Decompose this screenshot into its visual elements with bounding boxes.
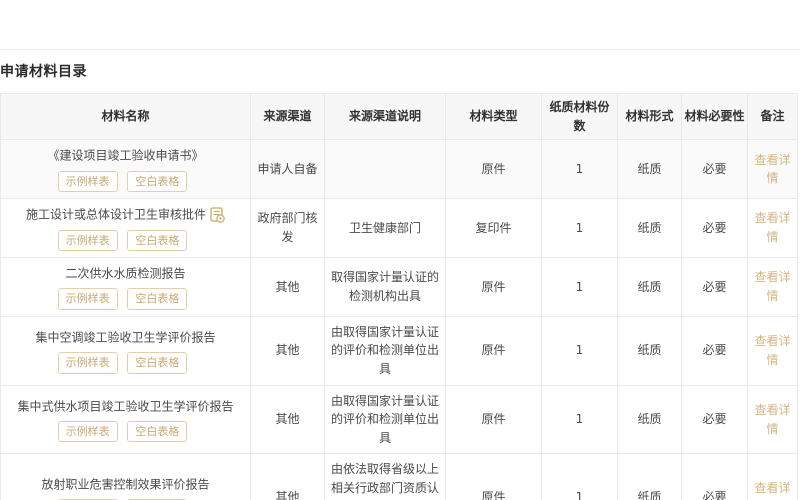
sample-form-button[interactable]: 示例样表: [57, 421, 118, 443]
table-row: 施工设计或总体设计卫生审核批件 示例样表 空白表格 政府部门核发 卫生健康部门 …: [0, 198, 798, 258]
source-channel: 申请人自备: [250, 139, 325, 200]
column-header: 纸质材料份数: [541, 92, 618, 141]
source-desc: 由取得国家计量认证的评价和检测单位出具: [324, 384, 446, 455]
table-row: 集中空调竣工验收卫生学评价报告 示例样表 空白表格 其他 由取得国家计量认证的评…: [0, 315, 798, 386]
material-necessity: 必要: [681, 384, 748, 455]
source-desc: 取得国家计量认证的检测机构出具: [324, 256, 446, 317]
source-channel: 政府部门核发: [250, 198, 325, 258]
blank-form-button[interactable]: 空白表格: [127, 421, 188, 443]
view-detail-link[interactable]: 查看详情: [754, 211, 790, 244]
view-detail-link[interactable]: 查看详情: [754, 481, 790, 500]
material-type: 原件: [445, 453, 542, 500]
material-form: 纸质: [617, 256, 682, 317]
material-necessity: 必要: [681, 139, 748, 200]
column-header: 材料必要性: [681, 92, 748, 141]
material-necessity: 必要: [681, 256, 748, 317]
table-row: 二次供水水质检测报告 示例样表 空白表格 其他 取得国家计量认证的检测机构出具 …: [0, 256, 798, 317]
source-desc: 由取得国家计量认证的评价和检测单位出具: [324, 315, 446, 386]
source-desc: [324, 139, 446, 200]
material-form: 纸质: [617, 198, 682, 258]
paper-copies: 1: [541, 198, 618, 258]
blank-form-button[interactable]: 空白表格: [127, 229, 188, 251]
material-name: 二次供水水质检测报告: [65, 266, 186, 281]
source-desc: 卫生健康部门: [324, 198, 446, 258]
material-type: 复印件: [445, 198, 542, 258]
certificate-icon: [210, 206, 225, 223]
material-type: 原件: [445, 139, 542, 200]
materials-table: 材料名称 来源渠道 来源渠道说明 材料类型 纸质材料份数 材料形式 材料必要性 备注 《建设项…: [0, 92, 798, 500]
column-header: 材料类型: [445, 92, 542, 141]
sample-form-button[interactable]: 示例样表: [57, 229, 118, 251]
material-name: 集中式供水项目竣工验收卫生学评价报告: [17, 399, 234, 414]
top-divider: [0, 0, 800, 50]
material-type: 原件: [445, 315, 542, 386]
material-name: 《建设项目竣工验收申请书》: [47, 148, 204, 163]
column-header: 来源渠道: [250, 92, 325, 141]
table-row: 放射职业危害控制效果评价报告 示例样表 空白表格 其他 由依法取得省级以上相关行…: [0, 453, 798, 500]
source-channel: 其他: [250, 453, 325, 500]
material-necessity: 必要: [681, 315, 748, 386]
table-header-row: 材料名称 来源渠道 来源渠道说明 材料类型 纸质材料份数 材料形式 材料必要性 备注: [0, 92, 798, 141]
view-detail-link[interactable]: 查看详情: [754, 153, 790, 186]
sample-form-button[interactable]: 示例样表: [57, 352, 118, 374]
sample-form-button[interactable]: 示例样表: [57, 170, 118, 193]
page: 申请材料目录 材料名称 来源渠道 来源渠道说明 材料类型 纸质材料份数 材料形式 材料必要性…: [0, 0, 800, 500]
column-header: 来源渠道说明: [324, 92, 446, 141]
material-name: 施工设计或总体设计卫生审核批件: [25, 207, 206, 222]
source-desc: 由依法取得省级以上相关行政部门资质认证的职业卫生技术服务机构出具: [324, 453, 446, 500]
blank-form-button[interactable]: 空白表格: [127, 170, 188, 193]
column-header: 材料形式: [617, 92, 682, 141]
paper-copies: 1: [541, 315, 618, 386]
page-title: 申请材料目录: [0, 64, 87, 80]
column-header: 材料名称: [0, 92, 251, 141]
paper-copies: 1: [541, 256, 618, 317]
material-type: 原件: [445, 256, 542, 317]
view-detail-link[interactable]: 查看详情: [754, 334, 790, 367]
material-necessity: 必要: [681, 453, 748, 500]
column-header: 备注: [747, 92, 798, 141]
material-form: 纸质: [617, 453, 682, 500]
material-form: 纸质: [617, 384, 682, 455]
blank-form-button[interactable]: 空白表格: [127, 288, 188, 310]
table-row: 集中式供水项目竣工验收卫生学评价报告 示例样表 空白表格 其他 由取得国家计量认…: [0, 384, 798, 455]
sample-form-button[interactable]: 示例样表: [57, 288, 118, 310]
blank-form-button[interactable]: 空白表格: [127, 352, 188, 374]
material-form: 纸质: [617, 315, 682, 386]
material-name: 放射职业危害控制效果评价报告: [41, 477, 210, 492]
table-row: 《建设项目竣工验收申请书》 示例样表 空白表格 申请人自备 原件 1 纸质 必要…: [0, 139, 798, 200]
view-detail-link[interactable]: 查看详情: [754, 270, 790, 303]
view-detail-link[interactable]: 查看详情: [754, 403, 790, 436]
material-form: 纸质: [617, 139, 682, 200]
paper-copies: 1: [541, 384, 618, 455]
source-channel: 其他: [250, 384, 325, 455]
material-necessity: 必要: [681, 198, 748, 258]
source-channel: 其他: [250, 315, 325, 386]
material-type: 原件: [445, 384, 542, 455]
paper-copies: 1: [541, 139, 618, 200]
paper-copies: 1: [541, 453, 618, 500]
source-channel: 其他: [250, 256, 325, 317]
material-name: 集中空调竣工验收卫生学评价报告: [35, 330, 216, 345]
